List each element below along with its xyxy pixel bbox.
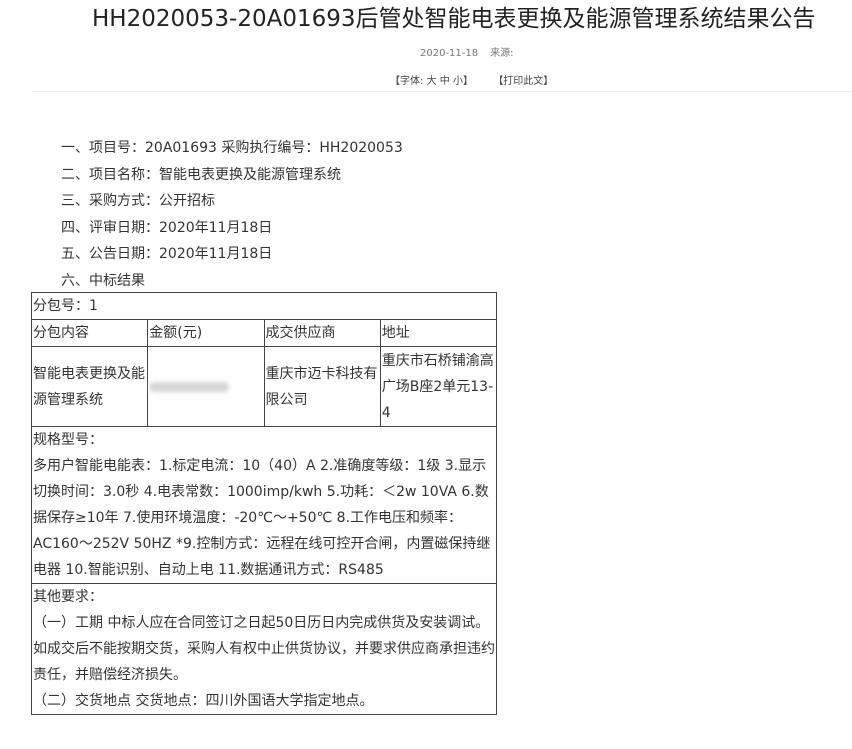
cell-supplier: 重庆市迈卡科技有限公司: [263, 346, 381, 427]
page-title: HH2020053-20A01693后管处智能电表更换及能源管理系统结果公告: [0, 4, 852, 38]
header-amount: 金额(元): [147, 319, 265, 347]
page-title-text: HH2020053-20A01693后管处智能电表更换及能源管理系统结果公告: [92, 6, 816, 32]
spec-text: 多用户智能电能表：1.标定电流：10（40）A 2.准确度等级：1级 3.显示切…: [33, 458, 491, 578]
item-procurement-method: 三、采购方式：公开招标: [61, 193, 215, 209]
article-tools: 【字体: 大 中 小】 【打印此文】: [390, 72, 553, 87]
item-project-number: 一、项目号：20A01693 采购执行编号：HH2020053: [61, 140, 403, 156]
item-project-name: 二、项目名称：智能电表更换及能源管理系统: [61, 166, 341, 183]
font-medium-link[interactable]: 中: [440, 76, 450, 87]
package-number: 分包号：1: [31, 292, 497, 320]
source-label: 来源:: [490, 48, 514, 59]
header-divider: [32, 91, 852, 92]
header-supplier: 成交供应商: [263, 319, 381, 347]
publish-date: 2020-11-18: [420, 48, 479, 59]
font-large-link[interactable]: 大: [427, 76, 437, 87]
other-label: 其他要求：: [33, 589, 103, 605]
article-meta: 2020-11-18 来源:: [420, 44, 514, 59]
spec-label: 规格型号：: [33, 432, 103, 448]
print-link[interactable]: 【打印此文】: [493, 76, 553, 87]
font-size-label: 【字体:: [390, 76, 424, 87]
header-address: 地址: [379, 319, 498, 347]
table-header-row: 分包内容 金额(元) 成交供应商 地址: [30, 319, 498, 347]
font-size-close: 】: [462, 76, 473, 87]
item-review-date: 四、评审日期：2020年11月18日: [61, 219, 273, 236]
item-announcement-date: 五、公告日期：2020年11月18日: [61, 246, 273, 262]
header-content: 分包内容: [30, 319, 149, 347]
spec-row: 规格型号： 多用户智能电能表：1.标定电流：10（40）A 2.准确度等级：1级…: [31, 426, 497, 584]
award-table: 分包号：1 分包内容 金额(元) 成交供应商 地址 智能电表更换及能源管理系统 …: [30, 292, 498, 715]
redacted-amount: [149, 381, 230, 392]
cell-amount: [147, 346, 265, 427]
other-requirement-2: （二）交货地点 交货地点：四川外国语大学指定地点。: [33, 693, 374, 709]
table-row: 智能电表更换及能源管理系统 重庆市迈卡科技有限公司 重庆市石桥铺渝高广场B座2单…: [30, 346, 498, 427]
cell-content: 智能电表更换及能源管理系统: [30, 346, 149, 427]
other-row: 其他要求： （一）工期 中标人应在合同签订之日起50日历日内完成供货及安装调试。…: [31, 583, 497, 715]
other-requirement-1: （一）工期 中标人应在合同签订之日起50日历日内完成供货及安装调试。如成交后不能…: [33, 615, 495, 683]
cell-address: 重庆市石桥铺渝高广场B座2单元13-4: [379, 346, 498, 427]
font-small-link[interactable]: 小: [453, 76, 463, 87]
notice-items: 一、项目号：20A01693 采购执行编号：HH2020053 二、项目名称：智…: [61, 136, 403, 295]
